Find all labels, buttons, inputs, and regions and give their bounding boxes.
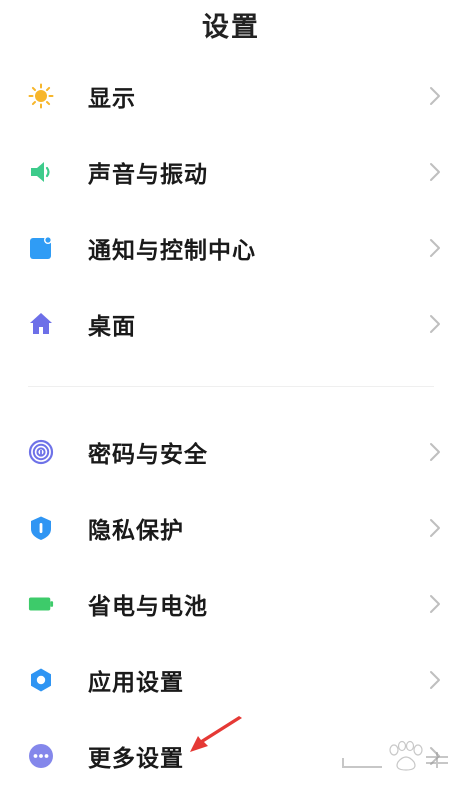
- settings-item-sound[interactable]: 声音与振动: [0, 134, 462, 210]
- settings-item-home-screen[interactable]: 桌面: [0, 286, 462, 362]
- more-icon: [28, 743, 54, 769]
- privacy-shield-icon: [28, 515, 54, 541]
- chevron-right-icon: [428, 593, 442, 615]
- settings-item-privacy[interactable]: 隐私保护: [0, 490, 462, 566]
- chevron-right-icon: [428, 669, 442, 691]
- chevron-right-icon: [428, 161, 442, 183]
- settings-item-label: 显示: [88, 86, 136, 112]
- chevron-right-icon: [428, 441, 442, 463]
- gear-icon: [28, 667, 54, 693]
- settings-item-label: 声音与振动: [88, 162, 208, 188]
- chevron-right-icon: [428, 313, 442, 335]
- settings-item-label: 密码与安全: [88, 442, 208, 468]
- settings-item-label: 应用设置: [88, 670, 184, 696]
- home-icon: [28, 311, 54, 337]
- settings-item-app-settings[interactable]: 应用设置: [0, 642, 462, 718]
- watermark-logo: [342, 740, 448, 771]
- settings-item-label: 桌面: [88, 314, 136, 340]
- section-divider: [28, 386, 434, 387]
- chevron-right-icon: [428, 85, 442, 107]
- sun-icon: [28, 83, 54, 109]
- settings-item-display[interactable]: 显示: [0, 58, 462, 134]
- battery-icon: [28, 591, 54, 617]
- settings-item-label: 通知与控制中心: [88, 238, 256, 264]
- page-title: 设置: [202, 12, 260, 43]
- speaker-icon: [28, 159, 54, 185]
- settings-item-label: 隐私保护: [88, 518, 184, 544]
- settings-item-label: 省电与电池: [88, 594, 208, 620]
- settings-item-password-security[interactable]: 密码与安全: [0, 414, 462, 490]
- fingerprint-icon: [28, 439, 54, 465]
- annotation-arrow-icon: [190, 716, 242, 752]
- settings-item-notifications[interactable]: 通知与控制中心: [0, 210, 462, 286]
- settings-item-battery[interactable]: 省电与电池: [0, 566, 462, 642]
- notification-icon: [28, 235, 54, 261]
- chevron-right-icon: [428, 517, 442, 539]
- chevron-right-icon: [428, 237, 442, 259]
- settings-item-label: 更多设置: [88, 746, 184, 772]
